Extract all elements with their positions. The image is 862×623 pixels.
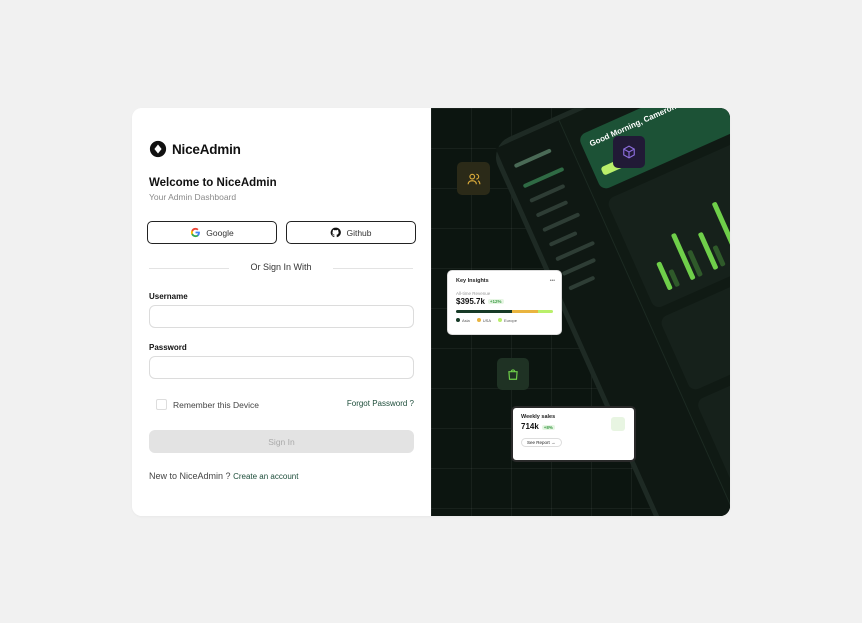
username-input[interactable] (149, 305, 414, 328)
weekly-sales-card: Weekly sales 714k +8% See Report → (511, 406, 636, 462)
insights-title: Key Insights (456, 278, 489, 284)
github-icon (331, 227, 342, 238)
users-icon (457, 162, 490, 195)
create-account-link[interactable]: Create an account (233, 472, 298, 481)
google-label: Google (206, 227, 234, 238)
password-label: Password (149, 343, 187, 352)
remember-device[interactable]: Remember this Device (156, 399, 259, 410)
dashboard-preview: Good Morning, Cameron Key Insights ••• A… (431, 108, 730, 516)
github-label: Github (346, 227, 372, 238)
page-title: Welcome to NiceAdmin (149, 177, 277, 189)
google-icon (191, 227, 201, 238)
insights-label: All-time Revenue (456, 291, 491, 296)
insights-legend: Asia USA Europe (456, 318, 553, 323)
signup-prompt-text: New to NiceAdmin ? (149, 471, 231, 481)
shopping-bag-icon (497, 358, 529, 390)
insights-badge: +12% (487, 299, 504, 305)
forgot-password-link[interactable]: Forgot Password ? (347, 399, 414, 408)
github-signin-button[interactable]: Github (286, 221, 416, 244)
insights-value: $395.7k (456, 297, 485, 306)
legend-item: USA (476, 318, 491, 323)
more-icon: ••• (549, 278, 555, 284)
divider-line (333, 268, 413, 269)
login-card: NiceAdmin Welcome to NiceAdmin Your Admi… (132, 108, 730, 516)
password-input[interactable] (149, 356, 414, 379)
legend-item: Asia (456, 318, 470, 323)
revenue-split-bar (456, 310, 553, 313)
username-label: Username (149, 292, 188, 301)
weekly-sales-value: 714k (521, 422, 539, 431)
login-panel: NiceAdmin Welcome to NiceAdmin Your Admi… (132, 108, 431, 516)
sign-in-button[interactable]: Sign In (149, 430, 414, 453)
bag-icon (611, 417, 625, 431)
google-signin-button[interactable]: Google (147, 221, 277, 244)
legend-item: Europe (498, 318, 517, 323)
brand-name: NiceAdmin (172, 141, 241, 157)
key-insights-card: Key Insights ••• All-time Revenue $395.7… (447, 270, 562, 335)
remember-label: Remember this Device (173, 399, 259, 410)
remember-checkbox[interactable] (156, 399, 167, 410)
page-subtitle: Your Admin Dashboard (149, 192, 237, 202)
logo: NiceAdmin (149, 140, 241, 158)
cube-icon (613, 136, 645, 168)
divider-text: Or Sign In With (250, 262, 312, 272)
logo-icon (149, 140, 167, 158)
weekly-sales-badge: +8% (541, 425, 555, 430)
see-report-button: See Report → (521, 438, 562, 447)
signup-prompt: New to NiceAdmin ? Create an account (149, 471, 298, 481)
insights-value-row: $395.7k +12% (456, 297, 553, 306)
divider: Or Sign In With (149, 262, 413, 274)
